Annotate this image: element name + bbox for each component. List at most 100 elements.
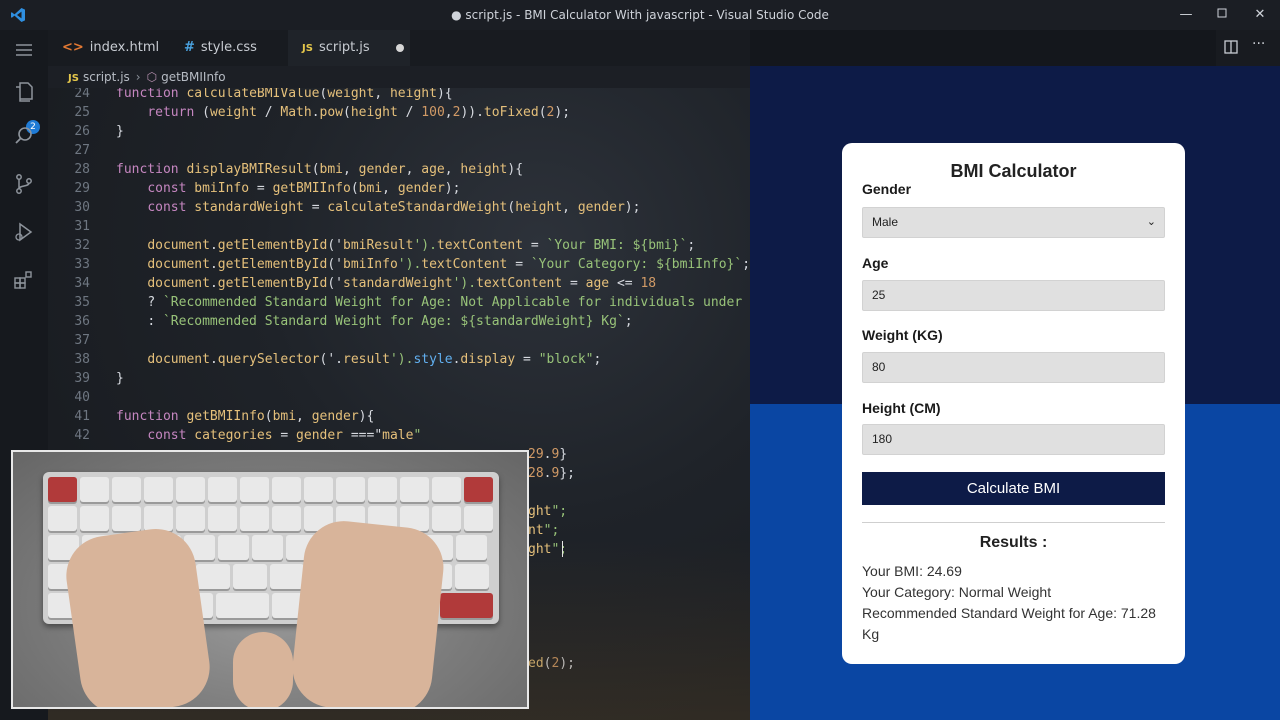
- explorer-icon[interactable]: [12, 80, 36, 104]
- tab-script-js[interactable]: JS script.js: [288, 30, 410, 66]
- app-title: BMI Calculator: [950, 161, 1077, 181]
- code-line[interactable]: 35 ? `Recommended Standard Weight for Ag…: [48, 293, 750, 312]
- line-number: 34: [74, 276, 90, 291]
- keycap: [304, 477, 333, 502]
- tab-index-html[interactable]: <> index.html: [48, 30, 170, 88]
- extensions-icon[interactable]: [12, 268, 36, 292]
- gender-select[interactable]: Male ⌄: [862, 207, 1165, 238]
- split-editor-icon[interactable]: [1224, 40, 1238, 54]
- title-bar: ● script.js - BMI Calculator With javasc…: [0, 0, 1280, 30]
- age-input[interactable]: 25: [862, 280, 1165, 311]
- code-text: document.getElementById('standardWeight'…: [147, 276, 657, 291]
- line-number: 32: [74, 238, 90, 253]
- gender-label: Gender: [862, 181, 912, 197]
- code-line[interactable]: 31: [48, 217, 750, 236]
- code-line[interactable]: 29 const bmiInfo = getBMIInfo(bmi, gende…: [48, 179, 750, 198]
- left-hand-image: [61, 523, 215, 707]
- minimize-icon[interactable]: —: [1177, 6, 1195, 24]
- keycap: [272, 506, 301, 531]
- keycap: [440, 593, 493, 618]
- code-line[interactable]: 39}: [48, 369, 750, 388]
- line-number: 35: [74, 295, 90, 310]
- code-line[interactable]: 30 const standardWeight = calculateStand…: [48, 198, 750, 217]
- code-line[interactable]: 37: [48, 331, 750, 350]
- code-line[interactable]: 36 : `Recommended Standard Weight for Ag…: [48, 312, 750, 331]
- weight-label: Weight (KG): [862, 327, 943, 343]
- keycap: [80, 506, 109, 531]
- code-line[interactable]: 27: [48, 141, 750, 160]
- code-line[interactable]: 34 document.getElementById('standardWeig…: [48, 274, 750, 293]
- tab-label: index.html: [89, 40, 160, 55]
- code-text: return (weight / Math.pow(height / 100,2…: [147, 105, 571, 120]
- height-input[interactable]: 180: [862, 424, 1165, 455]
- maximize-icon[interactable]: [1213, 6, 1231, 24]
- right-hand-image: [288, 517, 448, 707]
- search-icon[interactable]: [12, 124, 36, 148]
- breadcrumb-file[interactable]: script.js: [83, 70, 130, 84]
- code-text: nt";: [528, 523, 560, 538]
- code-text: const categories = gender ==="male": [147, 428, 422, 443]
- run-debug-icon[interactable]: [12, 220, 36, 244]
- divider: [862, 522, 1165, 523]
- source-control-icon[interactable]: [12, 172, 36, 196]
- chevron-right-icon: ›: [135, 70, 141, 84]
- keycap: [112, 506, 141, 531]
- line-number: 28: [74, 162, 90, 177]
- keycap: [216, 593, 269, 618]
- code-line[interactable]: 32 document.getElementById('bmiResult').…: [48, 236, 750, 255]
- more-actions-icon[interactable]: ···: [1252, 36, 1265, 52]
- keycap: [196, 564, 230, 589]
- code-text: ? `Recommended Standard Weight for Age: …: [147, 295, 750, 310]
- code-text: const bmiInfo = getBMIInfo(bmi, gender);: [147, 181, 461, 196]
- keycap: [432, 477, 461, 502]
- code-text: ght";: [528, 542, 568, 557]
- code-text: const standardWeight = calculateStandard…: [147, 200, 641, 215]
- code-line[interactable]: 26}: [48, 122, 750, 141]
- js-file-icon: JS: [68, 73, 79, 84]
- code-line[interactable]: 38 document.querySelector('.result').sty…: [48, 350, 750, 369]
- weight-input[interactable]: 80: [862, 352, 1165, 383]
- age-label: Age: [862, 255, 889, 271]
- line-number: 25: [74, 105, 90, 120]
- editor-tab-bar: <> index.html # style.css JS script.js: [48, 30, 750, 88]
- keycap: [464, 506, 493, 531]
- code-line[interactable]: 28 function displayBMIResult(bmi, gender,…: [48, 160, 750, 179]
- code-line[interactable]: 24 function calculateBMIValue(weight, hei…: [48, 88, 750, 103]
- css-file-icon: #: [184, 40, 195, 55]
- code-line[interactable]: 41 function getBMIInfo(bmi, gender){: [48, 407, 750, 426]
- keycap: [233, 564, 267, 589]
- keycap: [240, 477, 269, 502]
- code-line[interactable]: 40: [48, 388, 750, 407]
- keycap: [176, 506, 205, 531]
- keycap: [272, 477, 301, 502]
- code-line[interactable]: 25 return (weight / Math.pow(height / 10…: [48, 103, 750, 122]
- line-number: 29: [74, 181, 90, 196]
- text-cursor: [562, 541, 563, 557]
- code-text: ght";: [528, 504, 568, 519]
- keycap: [218, 535, 249, 560]
- breadcrumb-symbol[interactable]: getBMIInfo: [161, 70, 226, 84]
- code-text: ed(2);: [528, 656, 575, 671]
- line-number: 31: [74, 219, 90, 234]
- calculate-bmi-button[interactable]: Calculate BMI: [862, 472, 1165, 505]
- keycap: [456, 535, 487, 560]
- code-text: }: [116, 371, 124, 386]
- keycap: [432, 506, 461, 531]
- menu-icon[interactable]: [12, 38, 36, 62]
- line-number: 37: [74, 333, 90, 348]
- chevron-down-icon: ⌄: [1146, 216, 1156, 228]
- keycap: [240, 506, 269, 531]
- keycap: [144, 477, 173, 502]
- keycap: [270, 564, 304, 589]
- line-number: 33: [74, 257, 90, 272]
- height-label: Height (CM): [862, 400, 941, 416]
- line-number: 39: [74, 371, 90, 386]
- line-number: 41: [74, 409, 90, 424]
- close-window-icon[interactable]: ✕: [1251, 6, 1269, 24]
- code-line[interactable]: 42 const categories = gender ==="male": [48, 426, 750, 445]
- code-line[interactable]: 33 document.getElementById('bmiInfo').te…: [48, 255, 750, 274]
- line-number: 27: [74, 143, 90, 158]
- line-number: 36: [74, 314, 90, 329]
- keycap: [336, 477, 365, 502]
- tab-style-css[interactable]: # style.css: [170, 30, 288, 66]
